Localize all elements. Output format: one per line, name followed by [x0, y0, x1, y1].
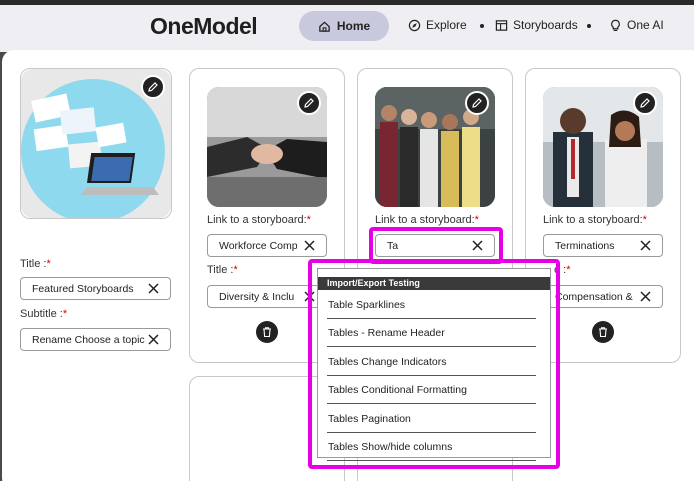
card-2-link-label: Link to a storyboard:*: [375, 214, 479, 226]
card-1-link-field[interactable]: Workforce Comp: [207, 234, 327, 257]
featured-title-label: Title :*: [20, 258, 51, 270]
compass-icon: [408, 19, 421, 31]
dropdown-option[interactable]: Tables - Rename Header: [327, 319, 536, 347]
nav-separator: [587, 24, 591, 28]
clear-icon[interactable]: [639, 290, 652, 303]
clear-icon[interactable]: [639, 239, 652, 252]
pencil-icon: [640, 98, 650, 108]
onemodel-logo[interactable]: OneModel: [150, 13, 258, 40]
delete-card-1-button[interactable]: [256, 321, 278, 343]
nav-storyboards-label: Storyboards: [513, 18, 578, 32]
card-2-link-field[interactable]: Ta: [375, 234, 495, 257]
edit-image-button[interactable]: [297, 91, 321, 115]
dropdown-group-header: Import/Export Testing: [318, 277, 550, 290]
lightbulb-icon: [611, 19, 620, 31]
storyboard-suggestions-dropdown: Import/Export Testing Table Sparklines T…: [317, 268, 551, 461]
featured-image-card[interactable]: [20, 68, 172, 219]
edit-image-button[interactable]: [141, 75, 165, 99]
nav-one-ai[interactable]: One AI: [609, 18, 664, 32]
trash-icon: [599, 327, 607, 338]
pencil-icon: [304, 98, 314, 108]
clear-icon[interactable]: [471, 239, 484, 252]
dropdown-option[interactable]: Tables Pagination: [327, 405, 536, 433]
home-icon: [319, 20, 330, 32]
nav-home-label: Home: [336, 19, 371, 33]
dropdown-option[interactable]: Tables Change Indicators: [327, 348, 536, 376]
nav-one-ai-label: One AI: [627, 18, 664, 32]
nav-separator: [480, 24, 484, 28]
dropdown-option[interactable]: Table Sparklines: [327, 291, 536, 319]
edit-image-button[interactable]: [633, 91, 657, 115]
card-3-link-label: Link to a storyboard:*: [543, 214, 647, 226]
clear-icon[interactable]: [303, 239, 316, 252]
nav-storyboards[interactable]: Storyboards: [495, 18, 578, 32]
nav-home[interactable]: Home: [299, 11, 389, 41]
card-3-title-field[interactable]: Compensation &: [543, 285, 663, 308]
top-nav: OneModel Home Explore Storyboards One AI: [0, 0, 694, 52]
dropdown-option[interactable]: Tables Show/hide columns: [327, 433, 536, 461]
card-1-link-label: Link to a storyboard:*: [207, 214, 311, 226]
clear-icon[interactable]: [147, 282, 160, 295]
pencil-icon: [148, 82, 158, 92]
card-1-title-label: Title :*: [207, 264, 238, 276]
dropdown-option[interactable]: Tables Conditional Formatting: [327, 376, 536, 404]
featured-subtitle-field[interactable]: Rename Choose a topic: [20, 328, 171, 351]
trash-icon: [263, 327, 271, 338]
nav-explore[interactable]: Explore: [408, 18, 467, 32]
nav-explore-label: Explore: [426, 18, 467, 32]
featured-subtitle-label: Subtitle :*: [20, 308, 68, 320]
clear-icon[interactable]: [147, 333, 160, 346]
featured-title-field[interactable]: Featured Storyboards: [20, 277, 171, 300]
storyboard-icon: [495, 19, 508, 31]
card-3-link-field[interactable]: Terminations: [543, 234, 663, 257]
edit-image-button[interactable]: [465, 91, 489, 115]
top-strip: [0, 0, 694, 5]
pencil-icon: [472, 98, 482, 108]
delete-card-3-button[interactable]: [592, 321, 614, 343]
